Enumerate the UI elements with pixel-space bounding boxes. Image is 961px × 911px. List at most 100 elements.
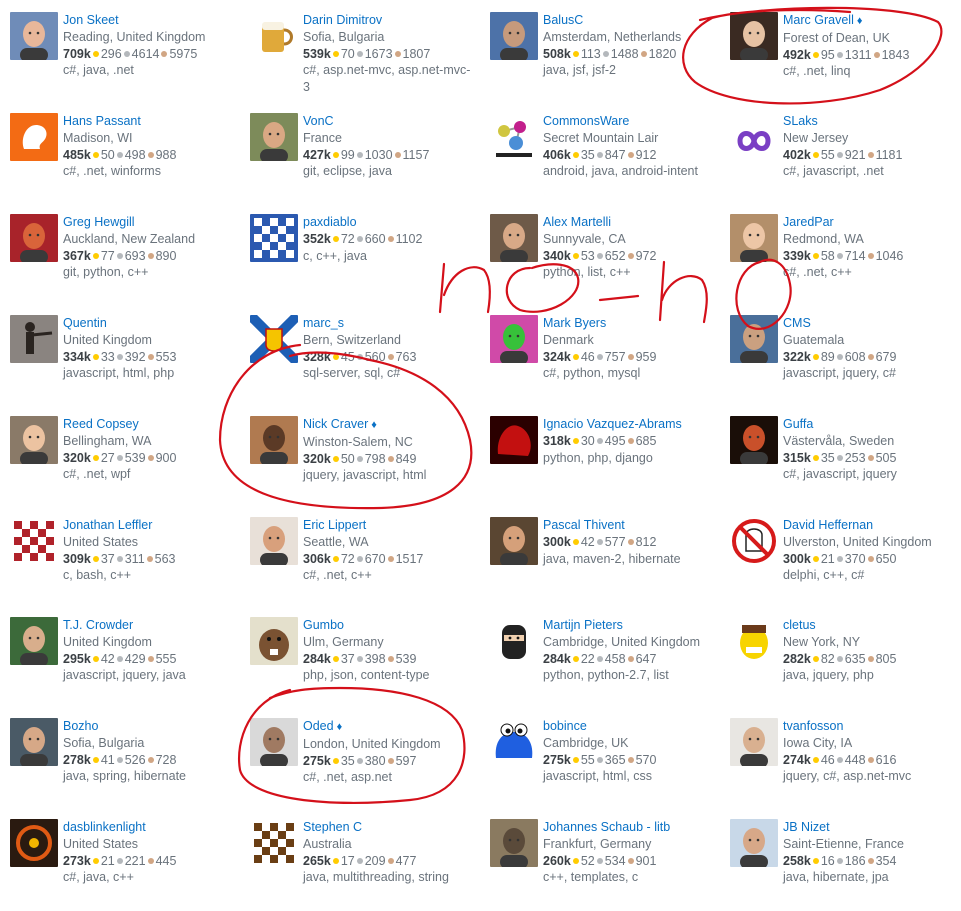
avatar[interactable]	[10, 617, 58, 665]
user-name-link[interactable]: bobince	[543, 718, 713, 735]
user-name-link[interactable]: paxdiablo	[303, 214, 473, 231]
avatar[interactable]	[10, 214, 58, 262]
avatar[interactable]	[250, 617, 298, 665]
user-name[interactable]: Nick Craver	[303, 417, 368, 431]
avatar[interactable]	[250, 12, 298, 60]
user-name[interactable]: SLaks	[783, 114, 818, 128]
user-name-link[interactable]: Gumbo	[303, 617, 473, 634]
user-name[interactable]: Mark Byers	[543, 316, 606, 330]
user-name[interactable]: tvanfosson	[783, 719, 843, 733]
user-name-link[interactable]: cletus	[783, 617, 953, 634]
user-name[interactable]: BalusC	[543, 13, 583, 27]
user-name-link[interactable]: T.J. Crowder	[63, 617, 233, 634]
avatar[interactable]	[490, 819, 538, 867]
avatar[interactable]	[10, 517, 58, 565]
user-name-link[interactable]: JaredPar	[783, 214, 953, 231]
user-name-link[interactable]: Jonathan Leffler	[63, 517, 233, 534]
user-name-link[interactable]: Jon Skeet	[63, 12, 233, 29]
avatar[interactable]	[730, 214, 778, 262]
user-name[interactable]: Pascal Thivent	[543, 518, 625, 532]
user-name-link[interactable]: Marc Gravell ♦	[783, 12, 953, 30]
user-name-link[interactable]: Johannes Schaub - litb	[543, 819, 713, 836]
avatar[interactable]	[730, 517, 778, 565]
avatar[interactable]	[490, 416, 538, 464]
user-name[interactable]: Stephen C	[303, 820, 362, 834]
avatar[interactable]	[250, 416, 298, 464]
avatar[interactable]	[730, 12, 778, 60]
avatar[interactable]	[730, 315, 778, 363]
user-name-link[interactable]: Darin Dimitrov	[303, 12, 473, 29]
user-name[interactable]: dasblinkenlight	[63, 820, 146, 834]
user-name-link[interactable]: Reed Copsey	[63, 416, 233, 433]
user-name-link[interactable]: Guffa	[783, 416, 953, 433]
user-name-link[interactable]: dasblinkenlight	[63, 819, 233, 836]
user-name[interactable]: Marc Gravell	[783, 13, 854, 27]
user-name-link[interactable]: Alex Martelli	[543, 214, 713, 231]
user-name-link[interactable]: Mark Byers	[543, 315, 713, 332]
user-name[interactable]: bobince	[543, 719, 587, 733]
user-name-link[interactable]: Bozho	[63, 718, 233, 735]
user-name-link[interactable]: VonC	[303, 113, 473, 130]
avatar[interactable]	[490, 517, 538, 565]
user-name[interactable]: Bozho	[63, 719, 98, 733]
user-name[interactable]: JaredPar	[783, 215, 834, 229]
user-name-link[interactable]: Eric Lippert	[303, 517, 473, 534]
user-name-link[interactable]: Greg Hewgill	[63, 214, 233, 231]
avatar[interactable]	[250, 718, 298, 766]
user-name[interactable]: marc_s	[303, 316, 344, 330]
user-name[interactable]: Martijn Pieters	[543, 618, 623, 632]
user-name-link[interactable]: Ignacio Vazquez-Abrams	[543, 416, 713, 433]
avatar[interactable]	[250, 214, 298, 262]
user-name-link[interactable]: tvanfosson	[783, 718, 953, 735]
user-name[interactable]: Darin Dimitrov	[303, 13, 382, 27]
user-name-link[interactable]: David Heffernan	[783, 517, 953, 534]
user-name[interactable]: Eric Lippert	[303, 518, 366, 532]
user-name[interactable]: Gumbo	[303, 618, 344, 632]
user-name[interactable]: CommonsWare	[543, 114, 629, 128]
user-name-link[interactable]: Quentin	[63, 315, 233, 332]
avatar[interactable]	[730, 113, 778, 161]
avatar[interactable]	[10, 113, 58, 161]
user-name[interactable]: Johannes Schaub - litb	[543, 820, 670, 834]
avatar[interactable]	[10, 416, 58, 464]
user-name[interactable]: Jon Skeet	[63, 13, 119, 27]
avatar[interactable]	[730, 617, 778, 665]
avatar[interactable]	[250, 819, 298, 867]
user-name-link[interactable]: Stephen C	[303, 819, 473, 836]
user-name[interactable]: VonC	[303, 114, 334, 128]
avatar[interactable]	[490, 315, 538, 363]
avatar[interactable]	[730, 416, 778, 464]
avatar[interactable]	[490, 718, 538, 766]
user-name[interactable]: Hans Passant	[63, 114, 141, 128]
user-name[interactable]: paxdiablo	[303, 215, 357, 229]
avatar[interactable]	[10, 315, 58, 363]
avatar[interactable]	[250, 113, 298, 161]
user-name[interactable]: cletus	[783, 618, 816, 632]
avatar[interactable]	[490, 214, 538, 262]
user-name-link[interactable]: BalusC	[543, 12, 713, 29]
avatar[interactable]	[490, 617, 538, 665]
avatar[interactable]	[730, 819, 778, 867]
user-name-link[interactable]: marc_s	[303, 315, 473, 332]
user-name[interactable]: Ignacio Vazquez-Abrams	[543, 417, 682, 431]
user-name[interactable]: Oded	[303, 719, 334, 733]
avatar[interactable]	[490, 113, 538, 161]
user-name-link[interactable]: CommonsWare	[543, 113, 713, 130]
avatar[interactable]	[250, 517, 298, 565]
user-name[interactable]: Jonathan Leffler	[63, 518, 152, 532]
avatar[interactable]	[10, 819, 58, 867]
user-name[interactable]: T.J. Crowder	[63, 618, 133, 632]
avatar[interactable]	[250, 315, 298, 363]
user-name[interactable]: Reed Copsey	[63, 417, 139, 431]
avatar[interactable]	[10, 12, 58, 60]
user-name[interactable]: JB Nizet	[783, 820, 830, 834]
user-name-link[interactable]: Martijn Pieters	[543, 617, 713, 634]
avatar[interactable]	[730, 718, 778, 766]
user-name[interactable]: Quentin	[63, 316, 107, 330]
user-name-link[interactable]: Nick Craver ♦	[303, 416, 473, 434]
user-name[interactable]: Greg Hewgill	[63, 215, 135, 229]
user-name[interactable]: David Heffernan	[783, 518, 873, 532]
user-name-link[interactable]: Hans Passant	[63, 113, 233, 130]
user-name-link[interactable]: Oded ♦	[303, 718, 473, 736]
user-name-link[interactable]: Pascal Thivent	[543, 517, 713, 534]
